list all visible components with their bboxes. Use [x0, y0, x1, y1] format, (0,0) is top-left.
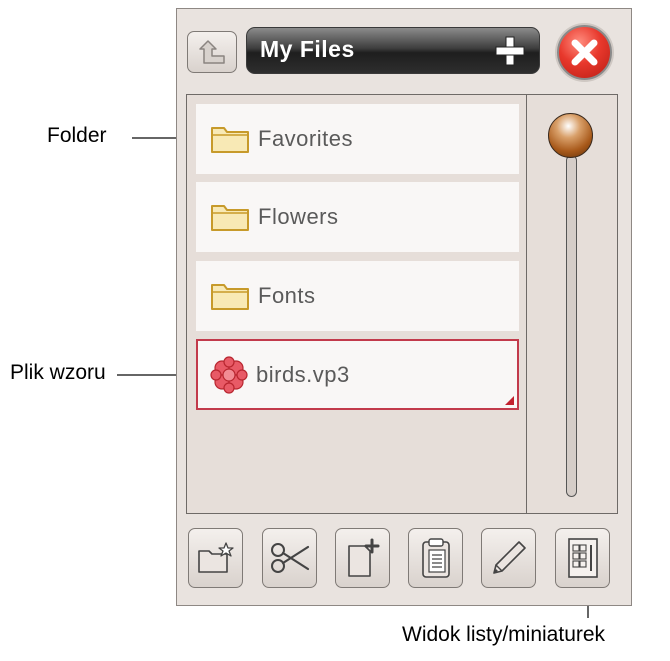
list-item-label: Fonts — [258, 283, 316, 308]
rename-button[interactable] — [481, 528, 536, 588]
new-folder-icon — [197, 542, 234, 573]
list-item-birds-vp3[interactable]: birds.vp3 — [196, 339, 519, 410]
folder-icon — [211, 127, 249, 153]
file-list: Favorites Flowers Fonts birds.vp3 — [186, 94, 527, 514]
folder-icon — [211, 284, 249, 310]
scrollbar-track[interactable] — [566, 155, 577, 497]
new-file-button[interactable] — [335, 528, 390, 588]
list-item-flowers[interactable]: Flowers — [196, 182, 519, 252]
view-toggle-annotation: Widok listy/miniaturek — [402, 623, 606, 646]
selection-corner-marker — [505, 396, 514, 405]
new-folder-button[interactable] — [188, 528, 243, 588]
list-item-favorites[interactable]: Favorites — [196, 104, 519, 174]
scissors-icon — [270, 543, 309, 573]
close-icon — [571, 39, 598, 66]
design-file-annotation: Plik wzoru — [10, 361, 106, 384]
up-arrow-icon — [199, 40, 225, 64]
folder-annotation: Folder — [47, 124, 107, 147]
paste-button[interactable] — [408, 528, 463, 588]
list-item-label: Flowers — [258, 204, 339, 229]
folder-icon — [211, 205, 249, 231]
close-button[interactable] — [557, 25, 612, 80]
scrollbar[interactable] — [527, 94, 618, 514]
list-item-fonts[interactable]: Fonts — [196, 261, 519, 331]
add-icon[interactable] — [493, 34, 527, 68]
list-thumbnail-view-icon — [567, 538, 598, 578]
list-item-label: Favorites — [258, 126, 353, 151]
pencil-icon — [492, 541, 526, 574]
folder-title-bar: My Files — [246, 27, 540, 74]
cut-button[interactable] — [262, 528, 317, 588]
scrollbar-thumb[interactable] — [548, 113, 593, 158]
window-title: My Files — [260, 36, 355, 62]
list-item-label: birds.vp3 — [256, 361, 350, 387]
up-folder-button[interactable] — [187, 31, 237, 73]
clipboard-icon — [421, 538, 450, 578]
design-file-icon — [210, 355, 248, 394]
view-toggle-button[interactable] — [555, 528, 610, 588]
new-file-icon — [347, 538, 379, 577]
